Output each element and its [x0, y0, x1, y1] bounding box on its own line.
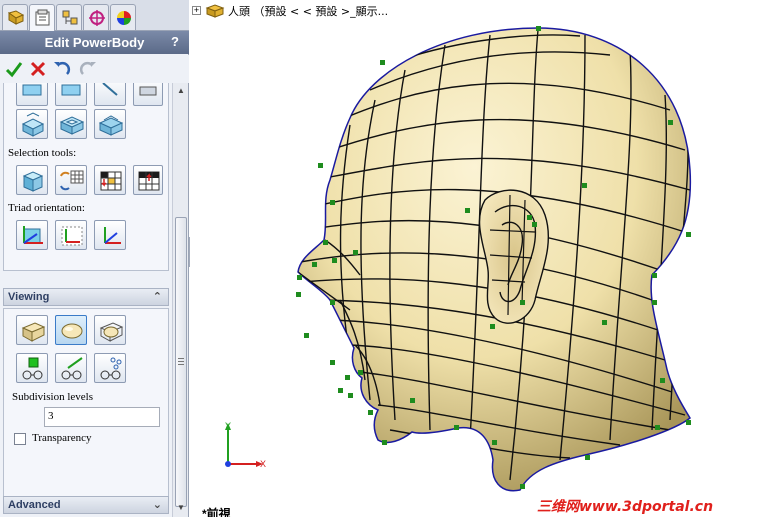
- cancel-x-icon[interactable]: [28, 59, 48, 79]
- bevel-tool-button[interactable]: [94, 109, 126, 139]
- head-model-viewport: [296, 26, 692, 492]
- display-manager-tab[interactable]: [110, 4, 136, 30]
- triad-orientation-label: Triad orientation:: [8, 202, 85, 214]
- scrollbar-thumb[interactable]: [175, 217, 187, 507]
- glasses-vertex-icon: [22, 357, 43, 380]
- panel-title-bar: Edit PowerBody ?: [0, 31, 189, 54]
- shrink-selection-button[interactable]: [133, 165, 163, 195]
- select-body-button[interactable]: [16, 165, 48, 195]
- panel-scrollbar[interactable]: ▲ ▼: [172, 83, 188, 517]
- triad-x-label: X: [260, 459, 266, 469]
- glasses-edge-icon: [61, 357, 83, 380]
- site-watermark: 三维网www.3dportal.cn: [537, 499, 714, 515]
- tool-button-clipped-4[interactable]: [133, 83, 163, 106]
- expand-chevron-icon[interactable]: ⌄: [153, 497, 162, 513]
- smooth-display-icon: [61, 323, 83, 339]
- graphics-area[interactable]: + 人頭 （預設 < < 預設 >_顯示... Y X *前視 三维网www.3…: [190, 0, 758, 517]
- redo-icon[interactable]: [78, 59, 98, 79]
- action-toolbar: [0, 55, 189, 83]
- thumb-grip-line: [178, 358, 184, 359]
- selection-tools-label: Selection tools:: [8, 147, 77, 159]
- view-triad: Y X: [225, 421, 266, 469]
- grow-selection-button[interactable]: [94, 165, 126, 195]
- bevel-face-icon: [98, 115, 124, 136]
- tool-button-clipped-1[interactable]: [16, 83, 48, 106]
- scroll-up-arrow-icon[interactable]: ▲: [176, 86, 186, 96]
- show-vertices-button[interactable]: [16, 353, 48, 383]
- dimxpert-tab[interactable]: [83, 4, 109, 30]
- shrink-selection-icon: [138, 171, 160, 191]
- scroll-down-arrow-icon[interactable]: ▼: [176, 503, 186, 513]
- viewing-section-title: Viewing: [8, 291, 50, 303]
- advanced-section-title: Advanced: [8, 499, 61, 511]
- loop-select-icon: [60, 170, 84, 191]
- triad-local-icon: [61, 226, 83, 246]
- transparency-label: Transparency: [32, 432, 92, 444]
- triad-view-icon: [104, 227, 121, 244]
- subdivision-levels-input[interactable]: 3: [44, 407, 160, 427]
- tool-button-clipped-2[interactable]: [55, 83, 87, 106]
- crosshair-target-icon: [89, 10, 105, 26]
- undo-icon[interactable]: [52, 59, 72, 79]
- view-name-label: *前視: [202, 507, 231, 517]
- extrude-face-icon: [21, 112, 45, 137]
- help-button[interactable]: ?: [167, 33, 183, 51]
- viewing-group: Subdivision levels 3 Transparency: [3, 308, 169, 498]
- triad-y-label: Y: [225, 421, 231, 431]
- panel-scroll-area: Selection tools: Triad orientation: View…: [0, 83, 172, 517]
- show-edges-button[interactable]: [55, 353, 87, 383]
- advanced-section-header[interactable]: Advanced ⌄: [3, 496, 169, 514]
- transparency-checkbox[interactable]: [14, 433, 26, 445]
- triad-world-button[interactable]: [16, 220, 48, 250]
- collapse-chevron-icon[interactable]: ⌃: [153, 289, 162, 305]
- extrude-tool-button[interactable]: [16, 109, 48, 139]
- viewing-section-header[interactable]: Viewing ⌃: [3, 288, 169, 306]
- inset-face-icon: [59, 116, 85, 135]
- feature-tree-icon: [7, 10, 25, 25]
- inset-tool-button[interactable]: [55, 109, 87, 139]
- configuration-icon: [62, 10, 78, 25]
- tool-button-clipped-3[interactable]: [94, 83, 126, 106]
- property-manager-panel: Edit PowerBody ? Selection tools: Triad …: [0, 0, 189, 517]
- triad-view-button[interactable]: [94, 220, 126, 250]
- cube-select-icon: [22, 171, 44, 192]
- show-points-button[interactable]: [94, 353, 126, 383]
- subdivision-levels-label: Subdivision levels: [12, 391, 93, 403]
- triad-world-icon: [23, 226, 43, 244]
- thumb-grip-line: [178, 361, 184, 362]
- ok-check-icon[interactable]: [4, 59, 24, 79]
- color-wheel-icon: [117, 11, 131, 25]
- panel-title: Edit PowerBody: [44, 35, 145, 50]
- configuration-manager-tab[interactable]: [56, 4, 82, 30]
- view-smooth-mode-button[interactable]: [55, 315, 87, 345]
- view-both-mode-button[interactable]: [94, 315, 126, 345]
- powerbody-tools-group: Selection tools: Triad orientation:: [3, 83, 169, 271]
- thumb-grip-line: [178, 364, 184, 365]
- property-manager-icon: [35, 9, 50, 26]
- view-box-mode-button[interactable]: [16, 315, 48, 345]
- select-loop-button[interactable]: [55, 165, 87, 195]
- glasses-points-icon: [100, 357, 122, 380]
- triad-local-button[interactable]: [55, 220, 87, 250]
- feature-manager-tab[interactable]: [2, 4, 28, 30]
- box-display-icon: [21, 322, 46, 342]
- property-manager-tab[interactable]: [29, 4, 55, 31]
- manager-tab-strip: [0, 0, 189, 31]
- box-and-smooth-icon: [99, 322, 124, 342]
- grow-selection-icon: [100, 171, 122, 191]
